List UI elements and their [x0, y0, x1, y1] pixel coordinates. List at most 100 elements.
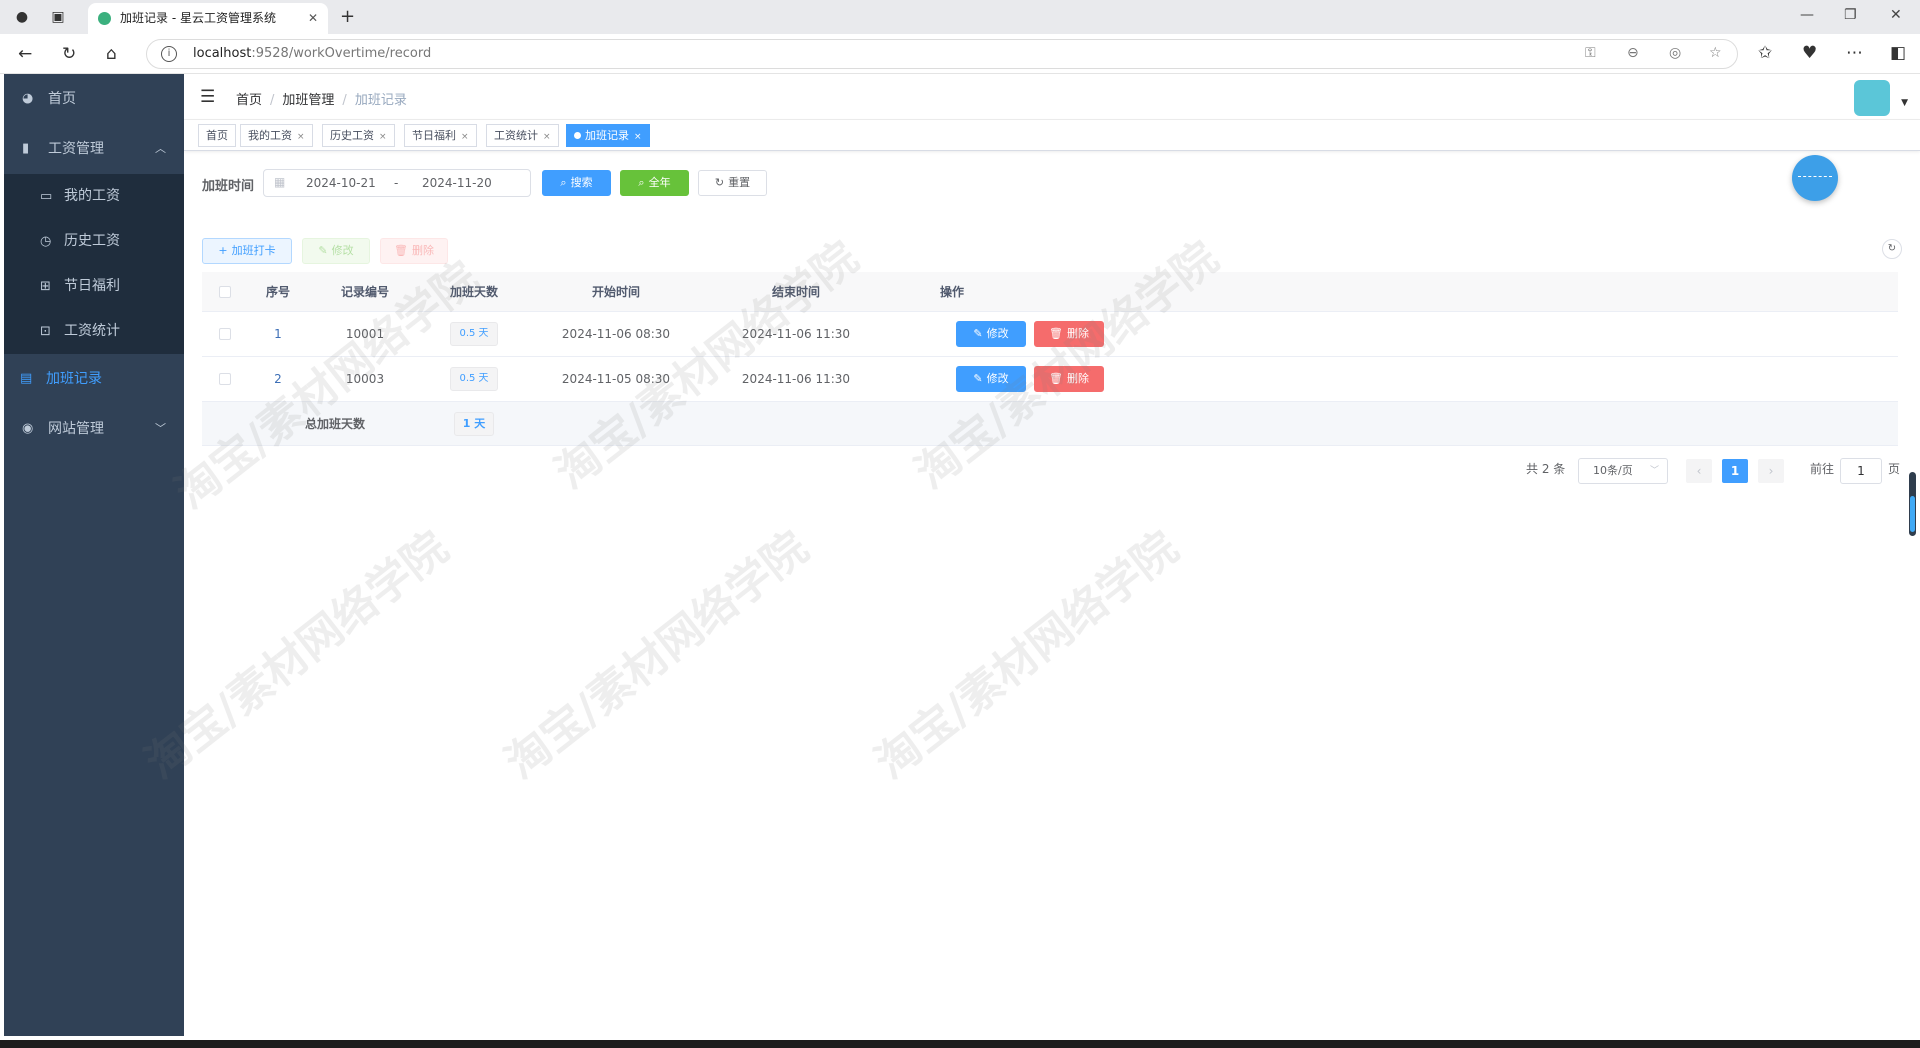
browser-tab[interactable]: 加班记录 - 星云工资管理系统 ✕	[88, 3, 328, 34]
extensions-icon[interactable]: ♥	[1802, 43, 1817, 63]
search-button[interactable]: ⌕ 搜索	[542, 170, 611, 196]
site-info-icon[interactable]: i	[161, 46, 177, 62]
tag-overtime-record[interactable]: 加班记录 ×	[566, 124, 650, 147]
close-window-icon[interactable]: ✕	[1890, 7, 1902, 23]
sidebar-item-holiday-benefits[interactable]: ⊞ 节日福利	[4, 264, 184, 309]
sidebar-item-home[interactable]: ◕ 首页	[4, 74, 184, 124]
tag-label: 我的工资	[248, 129, 292, 142]
globe-icon: ◉	[22, 421, 34, 436]
close-tab-icon[interactable]: ✕	[308, 3, 318, 34]
reload-icon[interactable]: ↻	[62, 44, 76, 64]
date-range-picker[interactable]: ▦ 2024-10-21 - 2024-11-20	[263, 169, 531, 197]
sidebar-item-label: 首页	[48, 91, 76, 107]
tag-salary-stats[interactable]: 工资统计 ×	[486, 124, 559, 147]
edit-icon: ✎	[973, 372, 983, 385]
close-icon[interactable]: ×	[634, 132, 642, 142]
edit-button[interactable]: ✎ 修改	[302, 238, 370, 264]
breadcrumb-home[interactable]: 首页	[236, 93, 262, 108]
sidebar-item-overtime-record[interactable]: ▤ 加班记录	[4, 354, 184, 404]
tag-home[interactable]: 首页	[198, 124, 236, 147]
select-all-checkbox[interactable]	[219, 285, 231, 298]
row-start-time: 2024-11-06 08:30	[561, 327, 671, 341]
url-field[interactable]: i localhost:9528/workOvertime/record ⚿ ⊖…	[146, 39, 1738, 69]
zoom-icon[interactable]: ⊖	[1627, 45, 1639, 61]
sidebar-item-salary-history[interactable]: ◷ 历史工资	[4, 219, 184, 264]
minimize-icon[interactable]: —	[1800, 7, 1814, 23]
delete-button[interactable]: 🗑 删除	[380, 238, 448, 264]
page-size-select[interactable]: 10条/页 ﹀	[1578, 458, 1668, 484]
back-icon[interactable]: ←	[18, 44, 32, 64]
header-start-time: 开始时间	[591, 285, 640, 299]
summary-row: 总加班天数 1 天	[202, 402, 1898, 446]
calendar-icon: ▦	[274, 175, 286, 189]
sidebar-item-label: 加班记录	[46, 371, 102, 387]
close-icon[interactable]: ×	[543, 132, 551, 142]
favorite-icon[interactable]: ☆	[1709, 45, 1722, 61]
row-checkbox[interactable]	[219, 373, 231, 385]
sidebar-item-site-management[interactable]: ◉ 网站管理 ﹀	[4, 404, 184, 454]
new-tab-icon[interactable]: +	[340, 6, 355, 27]
avatar[interactable]	[1854, 80, 1890, 116]
sidebar-item-label: 历史工资	[64, 233, 120, 249]
button-label: 重置	[728, 176, 751, 189]
tag-my-salary[interactable]: 我的工资 ×	[240, 124, 313, 147]
end-date[interactable]: 2024-11-20	[422, 176, 492, 190]
row-index: 2	[274, 372, 282, 386]
prev-page-button[interactable]: ‹	[1686, 459, 1712, 483]
row-delete-button[interactable]: 🗑 删除	[1034, 321, 1104, 347]
close-icon[interactable]: ×	[461, 132, 469, 142]
home-icon[interactable]: ⌂	[106, 44, 117, 64]
row-edit-button[interactable]: ✎ 修改	[956, 321, 1026, 347]
pagination-total: 共 2 条	[1526, 462, 1566, 476]
calendar-icon: ▤	[20, 371, 33, 386]
row-edit-button[interactable]: ✎ 修改	[956, 366, 1026, 392]
hamburger-icon[interactable]: ☰	[200, 87, 215, 107]
days-tag: 0.5 天	[450, 367, 498, 391]
next-page-button[interactable]: ›	[1758, 459, 1784, 483]
more-icon[interactable]: ⋯	[1846, 43, 1863, 63]
sidebar-item-my-salary[interactable]: ▭ 我的工资	[4, 174, 184, 219]
row-end-time: 2024-11-06 11:30	[741, 327, 851, 341]
days-tag: 0.5 天	[450, 322, 498, 346]
profile-icon[interactable]: ●	[12, 7, 32, 27]
wallet-icon: ▭	[40, 189, 53, 204]
page-number-button[interactable]: 1	[1722, 459, 1748, 483]
row-end-time: 2024-11-06 11:30	[741, 372, 851, 386]
sidebar-item-label: 节日福利	[64, 278, 120, 294]
url-host: localhost	[193, 46, 252, 61]
tag-holiday-benefits[interactable]: 节日福利 ×	[404, 124, 477, 147]
caret-down-icon[interactable]: ▼	[1901, 98, 1908, 108]
favorites-icon[interactable]: ✩	[1758, 43, 1772, 63]
favicon-icon	[98, 12, 111, 25]
sidebar-item-salary-management[interactable]: ▮ 工资管理 ︿	[4, 124, 184, 174]
sidebar-item-salary-stats[interactable]: ⊡ 工资统计	[4, 309, 184, 354]
start-date[interactable]: 2024-10-21	[306, 176, 376, 190]
floating-badge[interactable]	[1792, 155, 1838, 201]
restore-icon[interactable]: ❐	[1844, 7, 1857, 23]
sidebar-toggle-icon[interactable]: ◧	[1890, 43, 1906, 63]
read-aloud-icon[interactable]: ◎	[1669, 45, 1681, 61]
reset-button[interactable]: ↻ 重置	[698, 170, 767, 196]
tag-salary-history[interactable]: 历史工资 ×	[322, 124, 395, 147]
browser-tab-title: 加班记录 - 星云工资管理系统	[120, 11, 276, 25]
close-icon[interactable]: ×	[297, 132, 305, 142]
edit-icon: ✎	[318, 244, 328, 257]
breadcrumb-overtime[interactable]: 加班管理	[282, 93, 334, 108]
chevron-up-icon: ︿	[155, 142, 166, 155]
chevron-down-icon: ﹀	[155, 422, 166, 435]
sum-label: 总加班天数	[304, 417, 365, 431]
full-year-button[interactable]: ⌕ 全年	[620, 170, 689, 196]
refresh-table-icon[interactable]: ↻	[1882, 239, 1902, 259]
goto-page-input[interactable]: 1	[1840, 458, 1882, 484]
row-checkbox[interactable]	[219, 328, 231, 340]
scrollbar[interactable]	[1909, 472, 1916, 536]
add-overtime-button[interactable]: + 加班打卡	[202, 238, 292, 264]
close-icon[interactable]: ×	[379, 132, 387, 142]
key-icon[interactable]: ⚿	[1585, 45, 1596, 61]
taskbar-strip	[0, 1040, 1920, 1048]
clock-icon: ◷	[40, 234, 52, 249]
row-record-id: 10003	[345, 372, 385, 386]
row-delete-button[interactable]: 🗑 删除	[1034, 366, 1104, 392]
tab-actions-icon[interactable]: ▣	[48, 7, 68, 27]
header-actions: 操作	[940, 285, 965, 299]
